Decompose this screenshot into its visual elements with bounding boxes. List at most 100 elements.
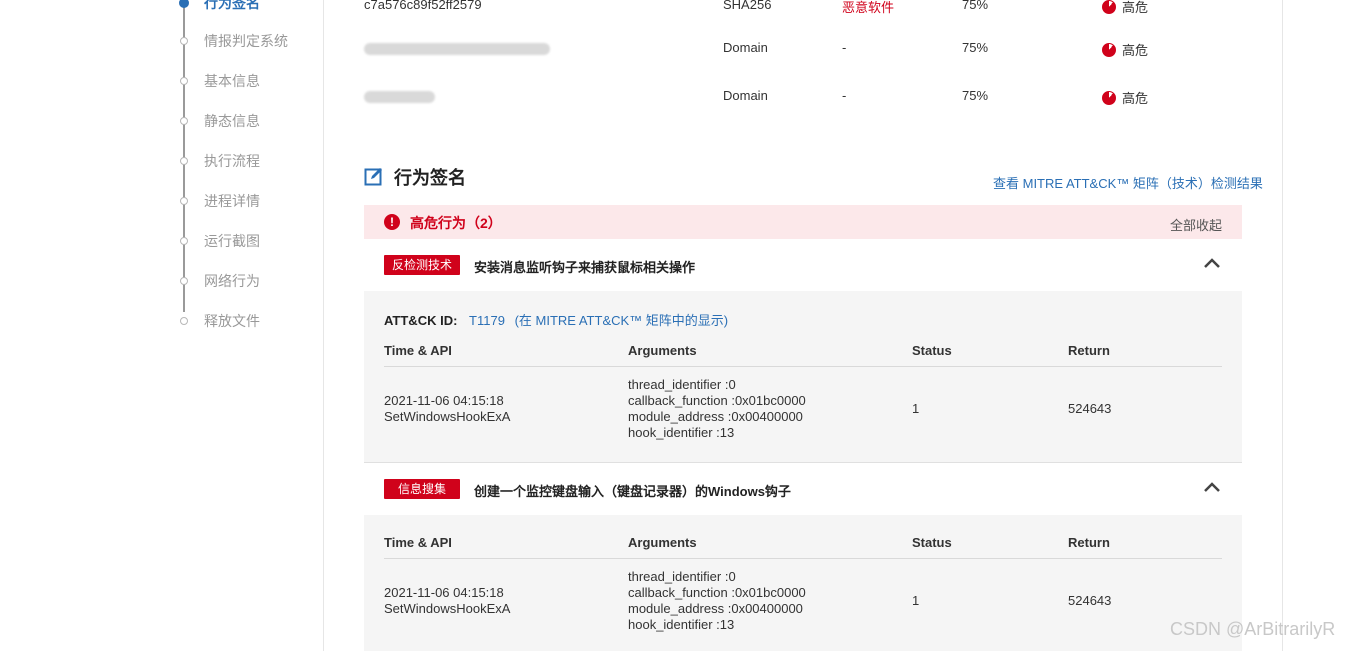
section-title: 行为签名 [394,168,466,188]
mitre-matrix-link[interactable]: 查看 MITRE ATT&CK™ 矩阵（技术）检测结果 [993,173,1263,192]
sidebar-item-process-detail[interactable]: 进程详情 [179,189,260,213]
report-page: 行为签名 情报判定系统 基本信息 静态信息 执行流程 进程详情 运行截图 网络行… [0,0,1360,651]
ioc-risk: 高危 [1102,0,1148,16]
behavior-entry-header[interactable]: 反检测技术 安装消息监听钩子来捕获鼠标相关操作 [364,239,1242,291]
ioc-indicator: c7a576c89f52ff2579 [364,0,482,12]
content-left-border [323,0,324,651]
csdn-watermark: CSDN @ArBitrarilyR [1170,619,1336,639]
sidebar-item-label: 行为签名 [204,0,260,11]
nav-dot [180,277,188,285]
arguments-cell: thread_identifier :0 callback_function :… [628,569,806,633]
sidebar-item-label: 进程详情 [204,193,260,209]
api-name: SetWindowsHookExA [384,409,511,424]
column-header-status: Status [912,343,952,358]
attck-id-link[interactable]: T1179 [469,313,505,328]
argument: callback_function :0x01bc0000 [628,585,806,600]
ioc-type: SHA256 [723,0,772,12]
column-header-arguments: Arguments [628,343,697,358]
banner-title: 高危行为（2） [410,215,502,231]
ioc-risk: 高危 [1102,40,1148,59]
sidebar-item-static-info[interactable]: 静态信息 [179,109,260,133]
behavior-entry-body: Time & API Arguments Status Return 2021-… [364,515,1242,651]
argument: thread_identifier :0 [628,377,736,392]
attck-matrix-link[interactable]: (在 MITRE ATT&CK™ 矩阵中的显示) [515,313,729,328]
nav-dot [180,77,188,85]
arguments-cell: thread_identifier :0 callback_function :… [628,377,806,441]
ioc-tag: - [842,88,847,103]
argument: thread_identifier :0 [628,569,736,584]
return-cell: 524643 [1068,593,1112,608]
table-divider [384,366,1222,367]
table-divider [384,558,1222,559]
column-header-status: Status [912,535,952,550]
ioc-row: c7a576c89f52ff2579 SHA256 恶意软件 75% 高危 [364,0,1264,19]
attck-id-line: ATT&CK ID: T1179 (在 MITRE ATT&CK™ 矩阵中的显示… [384,310,728,329]
ioc-score: 75% [962,88,989,103]
sidebar-item-label: 静态信息 [204,113,260,129]
sidebar-item-label: 网络行为 [204,273,260,289]
argument: module_address :0x00400000 [628,601,803,616]
sidebar-item-label: 释放文件 [204,313,260,329]
status-cell: 1 [912,401,920,416]
sidebar-item-intel[interactable]: 情报判定系统 [179,29,288,53]
risk-label: 高危 [1122,43,1149,58]
nav-dot [180,197,188,205]
nav-dot [180,37,188,45]
ioc-tag: 恶意软件 [842,0,895,15]
sidebar-item-behavior-signature[interactable]: 行为签名 [179,0,260,15]
redacted-blur [364,43,550,55]
risk-pie-icon [1102,0,1116,14]
content-right-border [1282,0,1283,651]
chevron-up-icon[interactable] [1202,477,1222,497]
category-tag: 反检测技术 [384,255,461,275]
argument: callback_function :0x01bc0000 [628,393,806,408]
ioc-risk: 高危 [1102,88,1148,107]
ioc-row: Domain - 75% 高危 [364,40,1264,62]
category-tag: 信息搜集 [384,479,461,499]
nav-dot [180,157,188,165]
behavior-description: 安装消息监听钩子来捕获鼠标相关操作 [474,260,696,275]
nav-dot [180,237,188,245]
nav-dot-active [179,0,189,8]
ioc-score: 75% [962,0,989,12]
ioc-type: Domain [723,40,768,55]
column-header-arguments: Arguments [628,535,697,550]
nav-dot [180,317,188,325]
ioc-row: Domain - 75% 高危 [364,88,1264,110]
behavior-entry-header[interactable]: 信息搜集 创建一个监控键盘输入（键盘记录器）的Windows钩子 [364,463,1242,515]
ioc-tag: - [842,40,847,55]
sidebar-item-dropped-files[interactable]: 释放文件 [179,309,260,333]
behavior-entry-body: ATT&CK ID: T1179 (在 MITRE ATT&CK™ 矩阵中的显示… [364,291,1242,462]
chevron-up-icon[interactable] [1202,253,1222,273]
sidebar-item-label: 执行流程 [204,153,260,169]
status-cell: 1 [912,593,920,608]
sidebar-item-label: 运行截图 [204,233,260,249]
alert-icon: ! [384,214,400,230]
nav-dot [180,117,188,125]
sidebar-nav: 行为签名 情报判定系统 基本信息 静态信息 执行流程 进程详情 运行截图 网络行… [0,0,323,651]
sidebar-item-exec-flow[interactable]: 执行流程 [179,149,260,173]
column-header-time-api: Time & API [384,343,452,358]
risk-pie-icon [1102,90,1116,105]
ioc-score: 75% [962,40,989,55]
argument: module_address :0x00400000 [628,409,803,424]
argument: hook_identifier :13 [628,425,735,440]
risk-label: 高危 [1122,91,1149,106]
risk-pie-icon [1102,42,1116,57]
sidebar-item-basic-info[interactable]: 基本信息 [179,69,260,93]
collapse-all-button[interactable]: 全部收起 [1170,215,1222,234]
ioc-type: Domain [723,88,768,103]
attck-label: ATT&CK ID: [384,313,458,328]
return-cell: 524643 [1068,401,1112,416]
sidebar-item-label: 基本信息 [204,73,260,89]
sidebar-item-screenshots[interactable]: 运行截图 [179,229,260,253]
api-call-cell: 2021-11-06 04:15:18 SetWindowsHookExA [384,585,510,617]
api-name: SetWindowsHookExA [384,601,511,616]
call-time: 2021-11-06 04:15:18 [384,585,504,600]
redacted-blur [364,91,435,103]
api-call-cell: 2021-11-06 04:15:18 SetWindowsHookExA [384,393,510,425]
behavior-description: 创建一个监控键盘输入（键盘记录器）的Windows钩子 [474,484,791,499]
risk-label: 高危 [1122,0,1149,15]
sidebar-item-label: 情报判定系统 [204,33,288,49]
sidebar-item-network[interactable]: 网络行为 [179,269,260,293]
